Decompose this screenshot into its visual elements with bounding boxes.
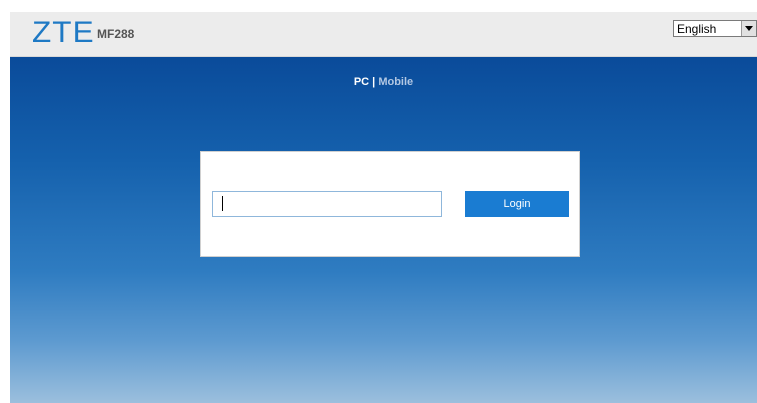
password-input[interactable] bbox=[212, 191, 442, 217]
device-model: MF288 bbox=[97, 27, 135, 41]
mode-switch: PC | Mobile bbox=[10, 76, 757, 89]
chevron-down-icon bbox=[745, 26, 753, 31]
language-select[interactable]: English bbox=[673, 20, 757, 37]
mode-separator: | bbox=[372, 76, 376, 88]
top-header: ZTE MF288 English bbox=[10, 12, 757, 57]
language-dropdown-button[interactable] bbox=[741, 21, 756, 36]
zte-logo: ZTE bbox=[32, 16, 95, 49]
text-caret bbox=[222, 196, 223, 211]
login-background: PC | Mobile Login bbox=[10, 57, 757, 403]
mode-pc-link[interactable]: PC bbox=[354, 76, 369, 88]
language-selected-value: English bbox=[677, 22, 717, 36]
login-button[interactable]: Login bbox=[465, 191, 569, 217]
mode-mobile-link[interactable]: Mobile bbox=[378, 76, 413, 88]
login-panel: Login bbox=[200, 151, 580, 257]
browser-viewport: ZTE MF288 English PC | Mobile Login bbox=[10, 12, 757, 403]
